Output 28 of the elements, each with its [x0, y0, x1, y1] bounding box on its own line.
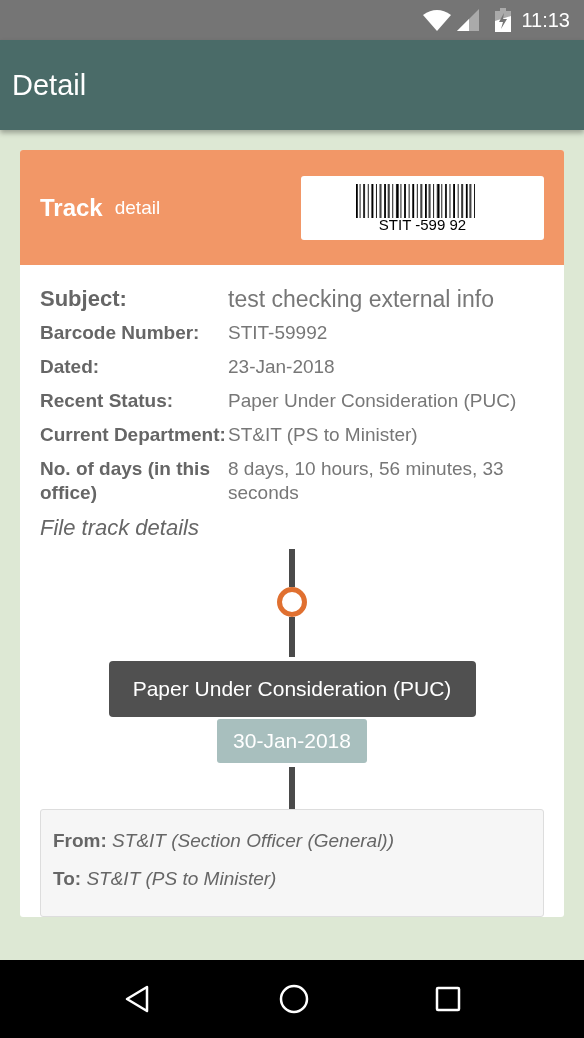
field-value: 8 days, 10 hours, 56 minutes, 33 seconds — [228, 457, 505, 505]
card-subtitle: detail — [114, 196, 162, 219]
date-label: 30-Jan-2018 — [217, 719, 367, 763]
field-value: ST&IT (PS to Minister) — [228, 423, 418, 447]
battery-icon — [495, 8, 512, 32]
recents-icon[interactable] — [435, 986, 461, 1012]
field-label: Dated: — [40, 355, 101, 379]
wifi-icon — [423, 9, 452, 31]
barcode-label: STIT -599 92 — [378, 217, 467, 232]
field-label: Barcode Number: — [40, 321, 201, 345]
home-icon[interactable] — [279, 984, 309, 1014]
timeline-node — [277, 587, 307, 617]
field-label: Subject: — [40, 287, 128, 311]
signal-icon — [457, 9, 480, 31]
clock-time: 11:13 — [521, 8, 570, 32]
field-label: No. of days (in this office) — [40, 457, 211, 505]
field-value: test checking external info — [228, 287, 494, 311]
status-label: Paper Under Consideration (PUC) — [108, 661, 476, 717]
to-text: To: ST&IT (PS to Minister) — [53, 868, 278, 890]
field-label: Current Department: — [40, 423, 227, 447]
field-value: 23-Jan-2018 — [228, 355, 335, 379]
field-value: Paper Under Consideration (PUC) — [228, 389, 517, 413]
from-text: From: ST&IT (Section Officer (General)) — [53, 830, 395, 852]
section-heading: File track details — [40, 515, 200, 541]
card-title: Track — [40, 193, 103, 222]
screen-title: Detail — [12, 68, 87, 102]
field-value: STIT-59992 — [228, 321, 328, 345]
field-label: Recent Status: — [40, 389, 175, 413]
